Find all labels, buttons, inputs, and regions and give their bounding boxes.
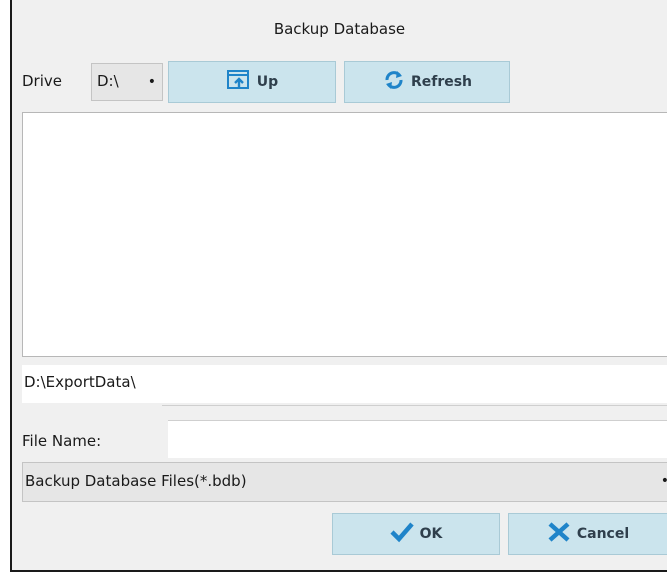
cancel-button[interactable]: Cancel: [508, 513, 667, 555]
drive-select[interactable]: D:\ •: [91, 63, 163, 101]
caret-down-icon: •: [147, 74, 156, 90]
file-type-value: Backup Database Files(*.bdb): [25, 472, 247, 490]
caret-down-icon: •: [661, 473, 667, 489]
cancel-button-label: Cancel: [576, 526, 630, 542]
folder-up-icon: [226, 68, 252, 96]
up-button-label: Up: [256, 74, 279, 90]
up-button[interactable]: Up: [168, 61, 336, 103]
refresh-icon: [382, 68, 406, 96]
checkmark-icon: [390, 521, 414, 547]
dialog-title: Backup Database: [273, 20, 406, 38]
ok-button[interactable]: OK: [332, 513, 500, 555]
backup-database-dialog: Backup Database Drive D:\ • Up Refresh D…: [10, 0, 667, 572]
refresh-button[interactable]: Refresh: [344, 61, 510, 103]
refresh-button-label: Refresh: [410, 74, 473, 90]
current-path: D:\ExportData\: [22, 365, 667, 403]
file-name-label: File Name:: [22, 432, 102, 450]
drive-select-value: D:\: [97, 72, 119, 90]
path-divider: [162, 405, 667, 406]
drive-label: Drive: [22, 72, 62, 90]
ok-button-label: OK: [419, 526, 443, 542]
file-type-select[interactable]: Backup Database Files(*.bdb) •: [22, 462, 667, 502]
file-name-input[interactable]: [168, 420, 667, 458]
x-icon: [547, 521, 571, 547]
file-list[interactable]: [22, 112, 667, 357]
